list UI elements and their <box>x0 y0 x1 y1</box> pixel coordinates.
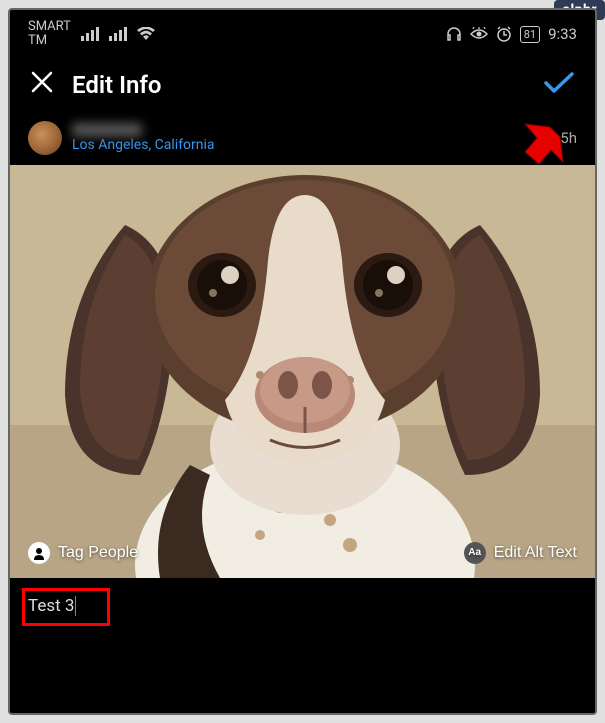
caption-area: Test 3 <box>10 578 595 635</box>
username[interactable] <box>72 123 142 137</box>
carrier-label: SMART TM <box>28 20 71 49</box>
tag-people-button[interactable]: Tag People <box>28 542 138 564</box>
eye-icon <box>470 27 488 41</box>
timestamp: 5h <box>560 129 577 147</box>
avatar[interactable] <box>28 121 62 155</box>
aa-icon: Aa <box>464 542 486 564</box>
edit-header: Edit Info <box>10 55 595 115</box>
page-title: Edit Info <box>72 71 525 99</box>
checkmark-icon <box>543 71 575 95</box>
status-bar: SMART TM 81 9:33 <box>10 10 595 55</box>
battery-indicator: 81 <box>520 26 540 43</box>
post-header: Los Angeles, California 5h <box>10 115 595 165</box>
clock-time: 9:33 <box>548 25 577 43</box>
edit-alt-text-button[interactable]: Aa Edit Alt Text <box>464 542 577 564</box>
headphones-icon <box>446 26 462 42</box>
wifi-icon <box>137 27 155 41</box>
phone-frame: SMART TM 81 9:33 Edit Info <box>8 8 597 715</box>
caption-input[interactable]: Test 3 <box>28 596 74 616</box>
close-button[interactable] <box>30 69 54 101</box>
post-photo[interactable]: Tag People Aa Edit Alt Text <box>10 165 595 578</box>
tag-people-label: Tag People <box>58 544 138 562</box>
confirm-button[interactable] <box>543 71 575 99</box>
person-icon <box>28 542 50 564</box>
edit-alt-text-label: Edit Alt Text <box>494 544 577 562</box>
close-icon <box>30 70 54 94</box>
location-link[interactable]: Los Angeles, California <box>72 137 550 153</box>
alarm-icon <box>496 26 512 42</box>
signal-icon <box>81 27 99 41</box>
text-cursor <box>75 596 76 616</box>
signal-icon-2 <box>109 27 127 41</box>
